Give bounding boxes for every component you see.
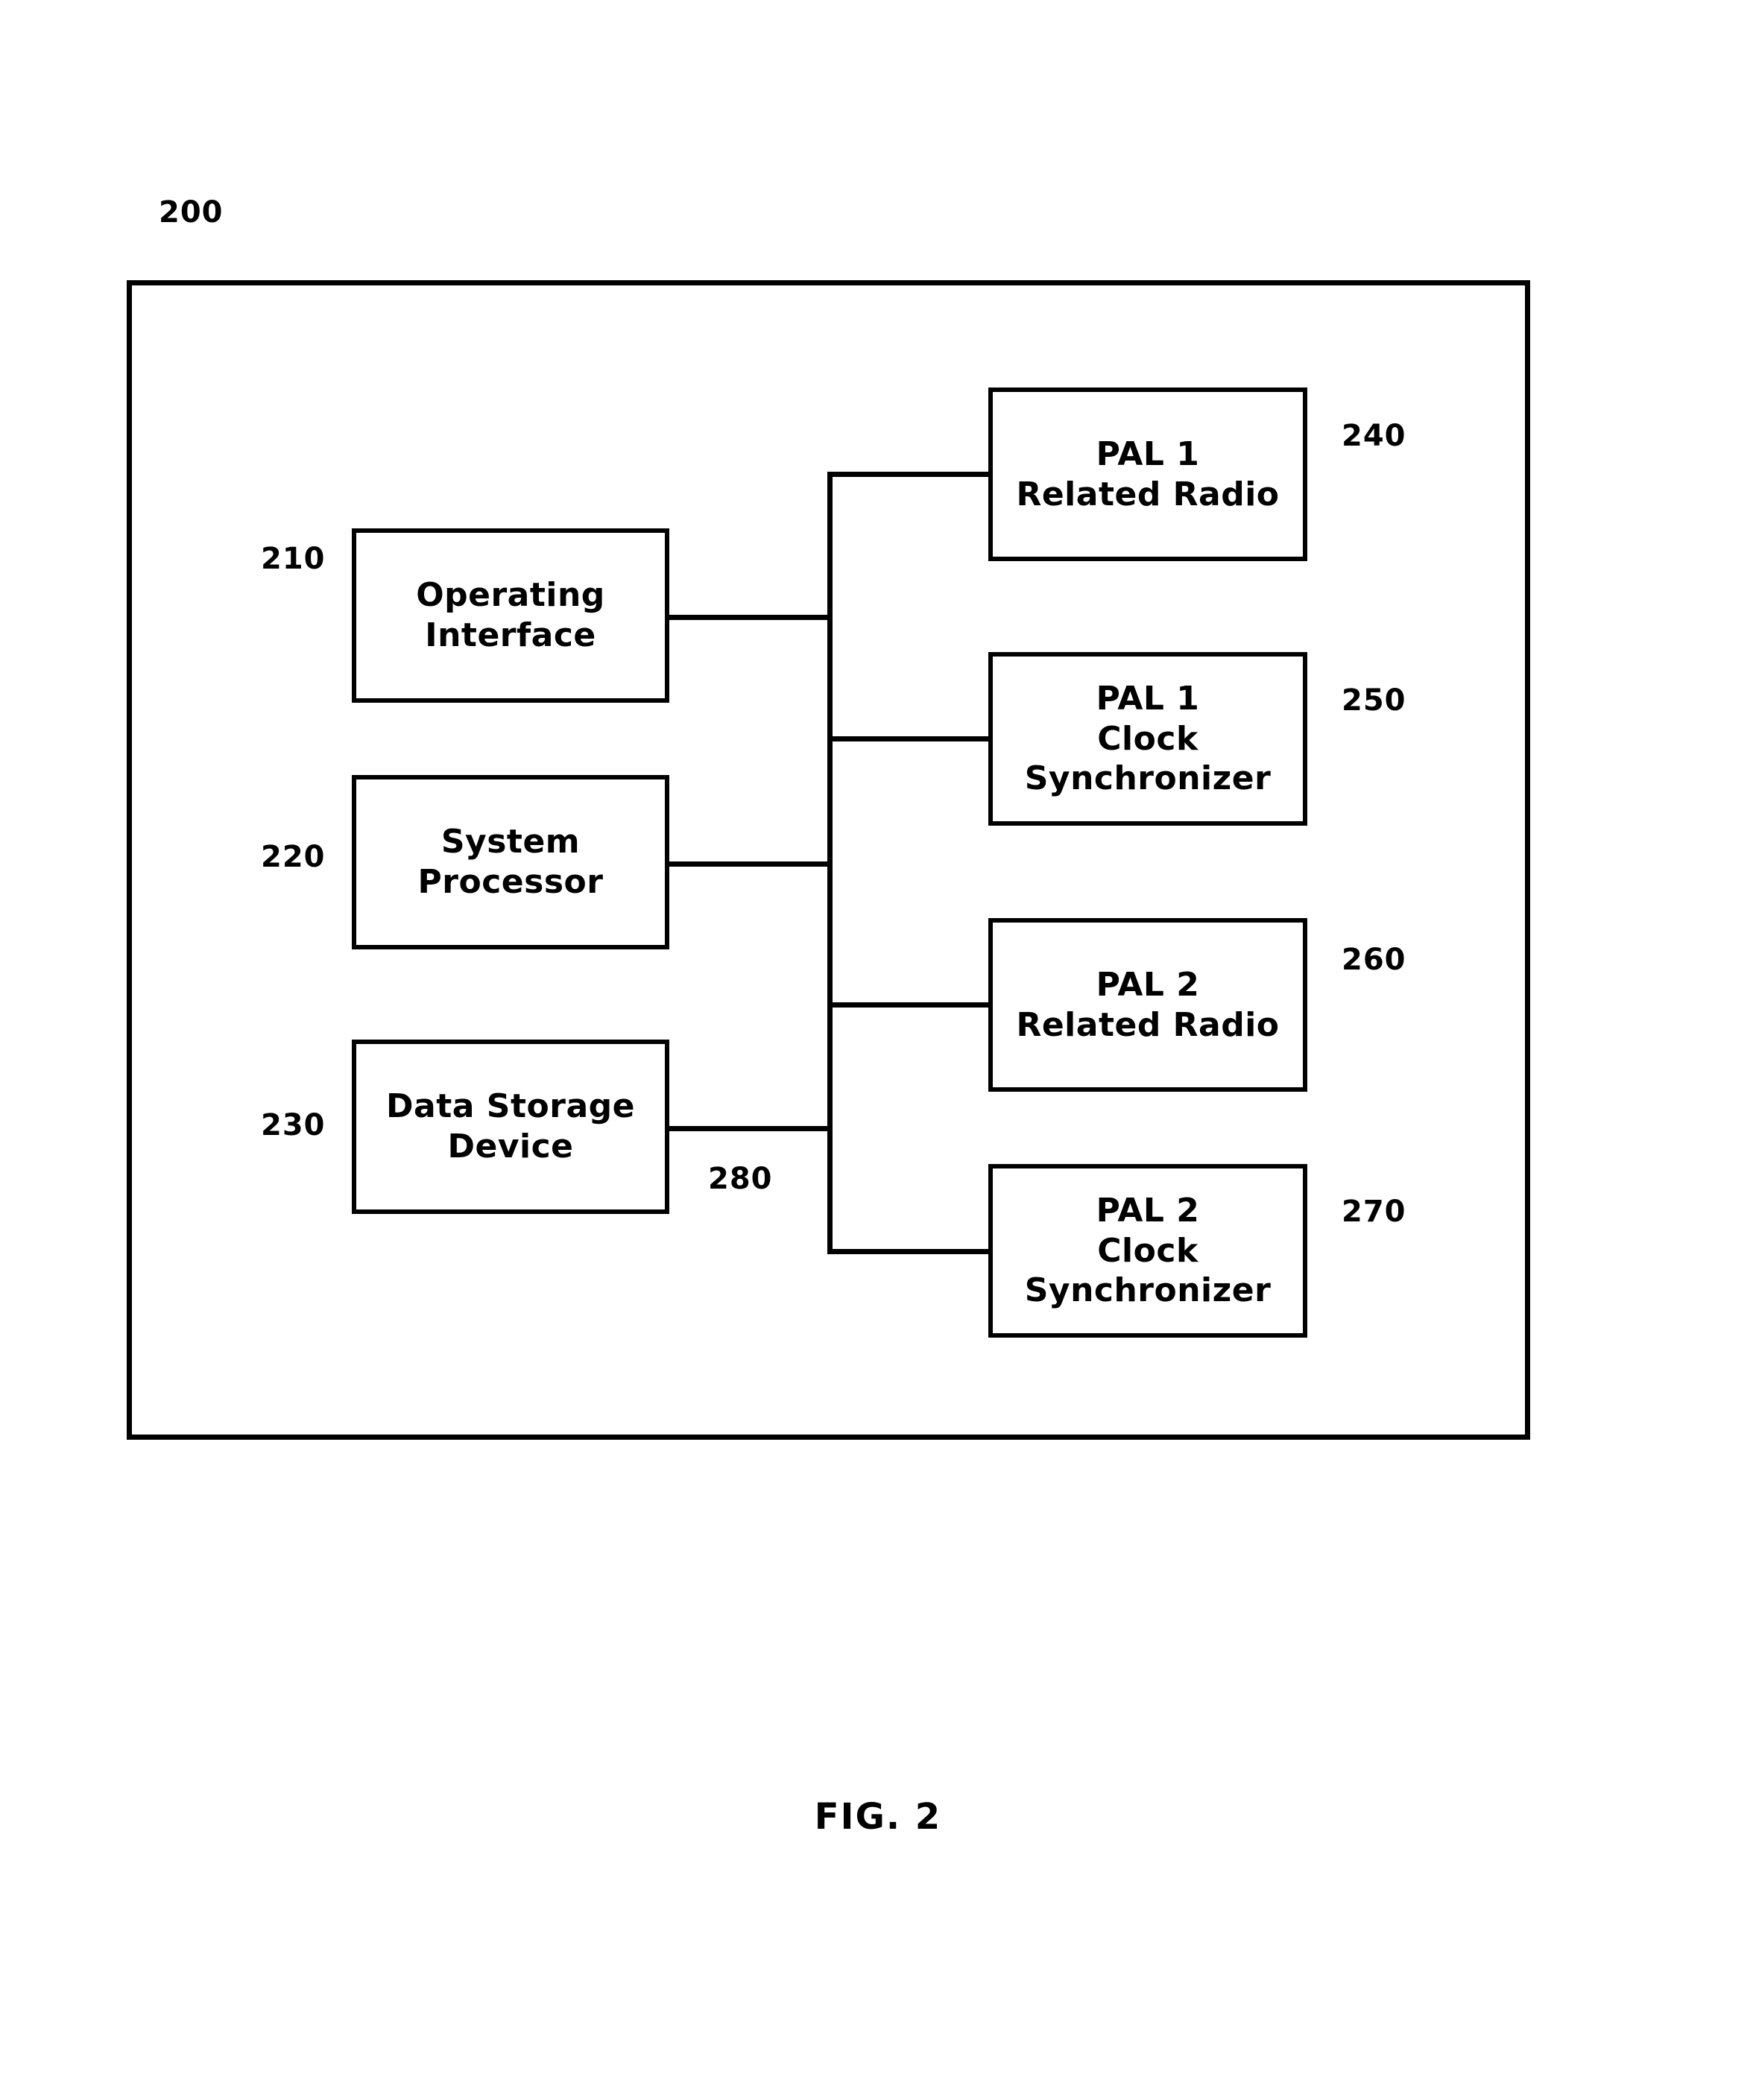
block-line: System	[440, 823, 581, 861]
ref-label-240: 240	[1342, 419, 1406, 453]
ref-label-210: 210	[261, 542, 326, 576]
wire-bus-to-pal-2-related-radio	[827, 1002, 993, 1008]
ref-label-220: 220	[261, 840, 326, 874]
block-line: Data Storage	[386, 1087, 635, 1126]
block-line: Synchronizer	[1024, 1271, 1272, 1310]
block-operating-interface[interactable]: Operating Interface	[352, 528, 669, 703]
wire-bus-to-pal-2-clock-synchronizer	[827, 1249, 993, 1254]
block-line: Clock	[1097, 1231, 1198, 1270]
block-line: PAL 2	[1096, 965, 1200, 1004]
block-line: Related Radio	[1016, 1005, 1280, 1044]
wire-bus-to-pal-1-clock-synchronizer	[827, 736, 993, 741]
block-line: Operating	[416, 576, 605, 615]
figure-caption: FIG. 2	[814, 1796, 942, 1838]
block-pal-2-related-radio[interactable]: PAL 2 Related Radio	[988, 918, 1307, 1092]
ref-label-260: 260	[1342, 943, 1406, 977]
block-line: Clock	[1097, 719, 1198, 758]
figure-sheet: 200 210 Operating Interface 220 System P…	[0, 0, 1756, 2100]
block-pal-1-clock-synchronizer[interactable]: PAL 1 Clock Synchronizer	[988, 652, 1307, 826]
block-pal-2-clock-synchronizer[interactable]: PAL 2 Clock Synchronizer	[988, 1164, 1307, 1338]
wire-system-processor-to-bus	[666, 861, 833, 867]
wire-bus-to-pal-1-related-radio	[827, 472, 993, 477]
block-pal-1-related-radio[interactable]: PAL 1 Related Radio	[988, 388, 1307, 561]
block-line: Related Radio	[1016, 475, 1280, 513]
block-system-processor[interactable]: System Processor	[352, 775, 669, 949]
ref-label-270: 270	[1342, 1195, 1406, 1229]
block-line: PAL 1	[1096, 434, 1200, 473]
block-line: Processor	[417, 863, 604, 901]
block-data-storage-device[interactable]: Data Storage Device	[352, 1040, 669, 1214]
wire-data-storage-device-to-bus	[666, 1126, 833, 1131]
block-line: Synchronizer	[1024, 759, 1272, 798]
block-line: Interface	[425, 616, 596, 654]
block-line: PAL 1	[1096, 679, 1200, 718]
block-line: PAL 2	[1096, 1191, 1200, 1230]
ref-label-280: 280	[708, 1162, 773, 1196]
ref-label-250: 250	[1342, 683, 1406, 718]
block-line: Device	[447, 1128, 574, 1166]
wire-operating-interface-to-bus	[666, 615, 833, 620]
ref-label-230: 230	[261, 1108, 326, 1142]
ref-label-200: 200	[159, 195, 224, 230]
